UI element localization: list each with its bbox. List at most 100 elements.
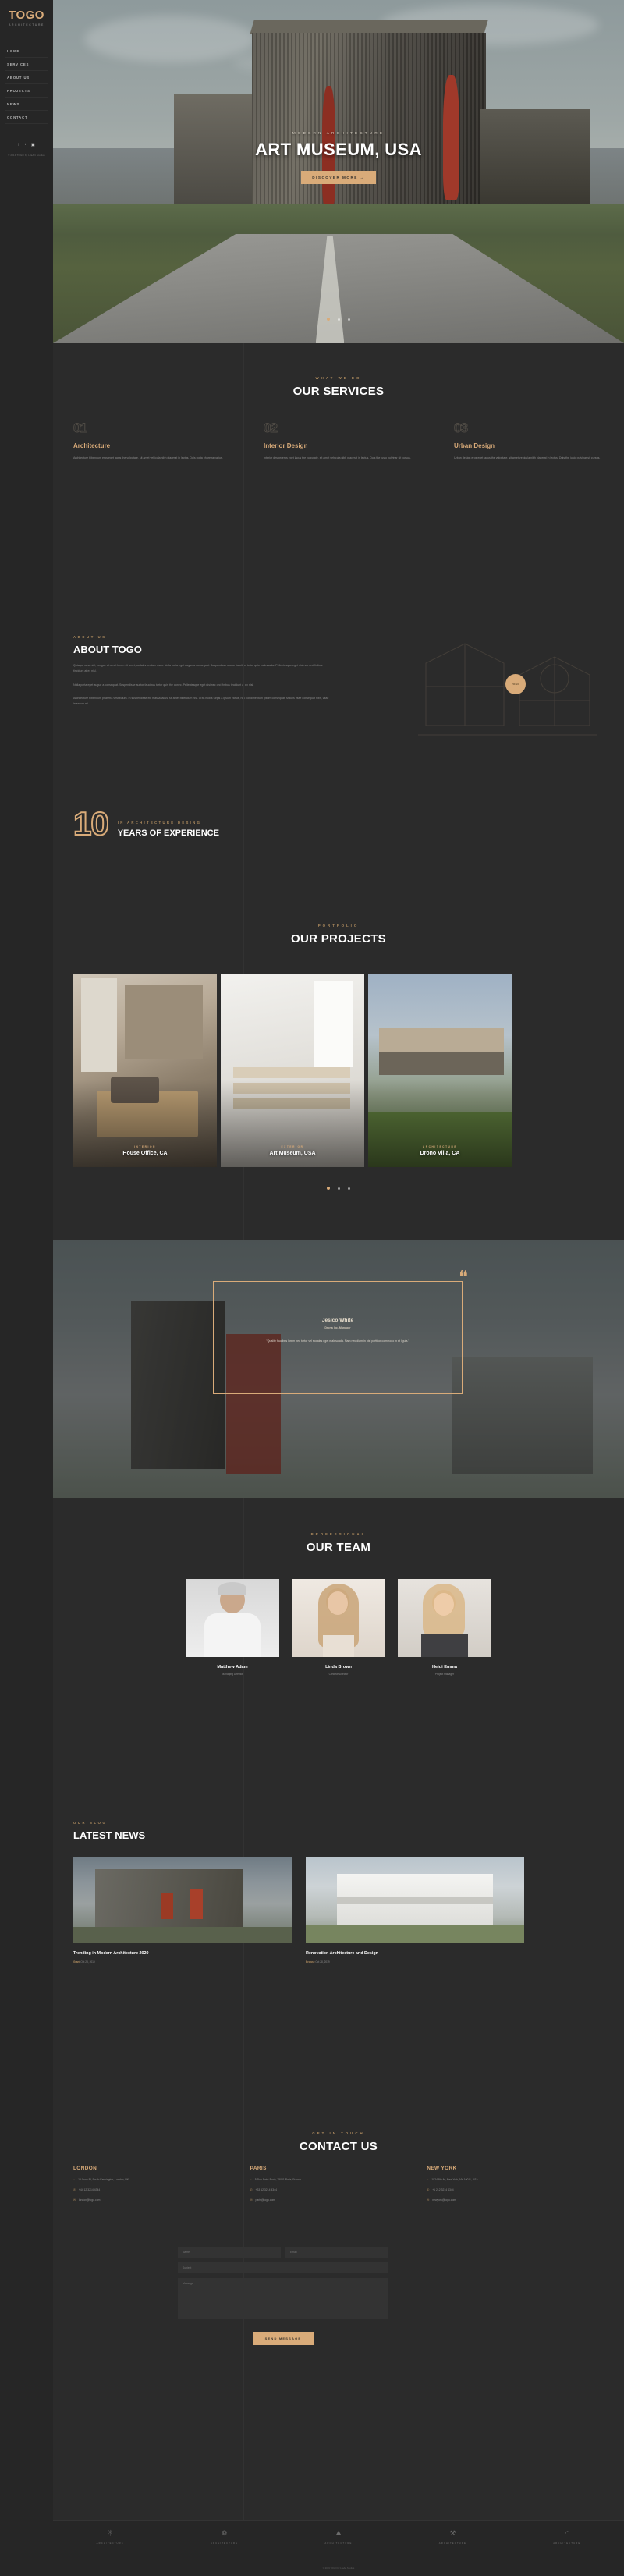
sidebar-item-projects[interactable]: PROJECTS xyxy=(5,84,48,98)
news-card-title: Renovation Architecture and Design xyxy=(306,1951,378,1956)
projects-kicker: PORTFOLIO xyxy=(317,924,360,928)
project-card[interactable]: ARCHITECTURE Drono Villa, CA xyxy=(368,974,512,1167)
projects-carousel-dots xyxy=(53,1180,624,1194)
office-phone[interactable]: +44 12 3214 4344 xyxy=(79,2188,100,2191)
experience-number: 10 xyxy=(73,805,110,842)
home-icon: ⌂ xyxy=(73,2178,76,2181)
news-card-meta: Grant Oct 28, 2019 xyxy=(73,1960,292,1964)
office-email[interactable]: newyork@togo.com xyxy=(432,2198,456,2202)
team-member[interactable]: Linda Brown Creative Director xyxy=(292,1579,385,1676)
news-date: Oct 28, 2019 xyxy=(80,1960,95,1964)
team-grid: Matthew Adam Managing Director Linda Bro… xyxy=(53,1579,624,1676)
team-member[interactable]: Matthew Adam Managing Director xyxy=(186,1579,279,1676)
logo[interactable]: TOGO xyxy=(9,9,44,21)
brand-mark-icon: ⛰ xyxy=(335,2529,342,2537)
facebook-icon[interactable]: f xyxy=(18,143,19,147)
experience-kicker: IN ARCHITECTURE DESING xyxy=(117,820,202,825)
brand-mark-icon: ❁ xyxy=(221,2529,228,2537)
services-kicker: WHAT WE DO xyxy=(315,376,362,380)
office-email[interactable]: paris@togo.com xyxy=(256,2198,275,2202)
team-member-name: Matthew Adam xyxy=(217,1665,248,1669)
hero-kicker: MODERN ARCHITECTURE xyxy=(292,131,385,135)
office-address: 15 Crow Pl, South Kensington, London, UK xyxy=(78,2178,129,2181)
twitter-icon[interactable]: ᵗ xyxy=(25,143,26,147)
sidebar-item-contact[interactable]: CONTACT xyxy=(5,111,48,124)
phone-icon: ✆ xyxy=(73,2188,76,2191)
logo-subtitle: ARCHITECTURE xyxy=(9,23,44,27)
message-field[interactable] xyxy=(178,2278,388,2319)
about-seal-badge: TOGO xyxy=(505,674,526,694)
brand-logo[interactable]: ◜ ARCHITECTURE xyxy=(524,2530,610,2546)
office-address: 5 Rue Saint-Roch, 75001 Paris, France xyxy=(254,2178,301,2181)
project-name: Drono Villa, CA xyxy=(420,1151,460,1156)
quote-icon: ❝ xyxy=(459,1267,468,1286)
sidebar-item-news[interactable]: NEWS xyxy=(5,98,48,111)
service-card[interactable]: 03 Urban Design Urban design eros eget l… xyxy=(434,421,624,461)
testimonial-quote: "Quality faucibus lorem nec tortor vel s… xyxy=(266,1339,410,1343)
service-card[interactable]: 01 Architecture Architecture bibendum er… xyxy=(53,421,243,461)
experience-block: 10 IN ARCHITECTURE DESING YEARS OF EXPER… xyxy=(73,805,219,842)
carousel-dot[interactable] xyxy=(326,1187,330,1190)
news-grid: Trending in Modern Architecture 2020 Gra… xyxy=(73,1857,524,1964)
project-card[interactable]: INTERIOR House Office, CA xyxy=(73,974,217,1167)
service-number: 01 xyxy=(73,420,88,435)
service-card[interactable]: 02 Interior Design Interior design eros … xyxy=(243,421,434,461)
carousel-dot[interactable] xyxy=(348,1187,351,1190)
brand-mark-icon: ⚒ xyxy=(449,2529,456,2537)
news-card[interactable]: Trending in Modern Architecture 2020 Gra… xyxy=(73,1857,292,1964)
project-card[interactable]: EXTERIOR Art Museum, USA xyxy=(221,974,364,1167)
service-title: Architecture xyxy=(73,442,111,449)
brand-logo[interactable]: ᛡ ARCHITECTURE xyxy=(67,2530,153,2546)
team-member[interactable]: Heidi Emma Project Manager xyxy=(398,1579,491,1676)
team-title: OUR TEAM xyxy=(306,1541,371,1554)
team-kicker: PROFESSIONAL xyxy=(310,1532,367,1536)
project-name: Art Museum, USA xyxy=(269,1151,316,1156)
carousel-dot[interactable] xyxy=(348,318,351,321)
about-paragraph: Quisque urna nisl, congue sit amet lorem… xyxy=(73,664,323,673)
envelope-icon: ✉ xyxy=(427,2198,430,2202)
email-field[interactable] xyxy=(285,2247,388,2258)
office-email[interactable]: london@togo.com xyxy=(79,2198,101,2202)
sidebar-item-about-us[interactable]: ABOUT US xyxy=(5,71,48,84)
sidebar-item-home[interactable]: HOME xyxy=(5,44,48,58)
news-card[interactable]: Renovation Architecture and Design Brows… xyxy=(306,1857,524,1964)
brand-label: ARCHITECTURE xyxy=(96,2542,124,2545)
home-icon: ⌂ xyxy=(250,2178,252,2181)
sidebar-item-services[interactable]: SERVICES xyxy=(5,58,48,71)
send-message-button[interactable]: SEND MESSAGE xyxy=(252,2332,314,2345)
instagram-icon[interactable]: ▣ xyxy=(31,143,35,147)
contact-section: GET IN TOUCH CONTACT US LONDON ⌂ 15 Crow … xyxy=(53,2099,624,2520)
service-description: Urban design eros eget lacus the vulputa… xyxy=(454,456,601,459)
contact-form: SEND MESSAGE xyxy=(178,2247,388,2345)
envelope-icon: ✉ xyxy=(250,2198,253,2202)
home-icon: ⌂ xyxy=(427,2178,429,2181)
office-address: 1824 8th Av, New York, NY 10011, USA xyxy=(431,2178,478,2181)
arrow-right-icon: → xyxy=(360,176,365,179)
brand-logo[interactable]: ⛰ ARCHITECTURE xyxy=(296,2529,381,2546)
carousel-dot[interactable] xyxy=(338,1187,340,1190)
name-field[interactable] xyxy=(178,2247,281,2258)
news-image xyxy=(306,1857,524,1943)
service-description: Interior design eros eget lacus the vulp… xyxy=(264,456,411,459)
carousel-dot[interactable] xyxy=(338,318,340,321)
projects-section: PORTFOLIO OUR PROJECTS INTERIOR House Of… xyxy=(53,889,624,1240)
footer: ᛡ ARCHITECTURE ❁ ARCHITECTURE ⛰ ARCHITEC… xyxy=(53,2520,624,2576)
team-member-name: Linda Brown xyxy=(325,1665,352,1669)
carousel-dot[interactable] xyxy=(326,318,330,321)
office-paris: PARIS ⌂ 5 Rue Saint-Roch, 75001 Paris, Fr… xyxy=(250,2166,427,2202)
office-phone[interactable]: +33 12 3214 4344 xyxy=(256,2188,277,2191)
office-phone[interactable]: +1 212 3214 4344 xyxy=(432,2188,453,2191)
avatar xyxy=(186,1579,279,1657)
hero-title: ART MUSEUM, USA xyxy=(255,140,422,159)
contact-offices: LONDON ⌂ 15 Crow Pl, South Kensington, Lo… xyxy=(73,2166,604,2202)
team-member-role: Managing Director xyxy=(222,1673,243,1676)
subject-field[interactable] xyxy=(178,2262,388,2273)
discover-more-button[interactable]: DISCOVER MORE → xyxy=(301,171,376,184)
project-category: EXTERIOR xyxy=(281,1145,304,1148)
experience-title: YEARS OF EXPERIENCE xyxy=(117,828,219,838)
services-cards: 01 Architecture Architecture bibendum er… xyxy=(53,421,624,461)
brand-logo[interactable]: ⚒ ARCHITECTURE xyxy=(410,2529,495,2546)
brand-logo[interactable]: ❁ ARCHITECTURE xyxy=(182,2529,268,2546)
sidebar: TOGO ARCHITECTURE HOME SERVICES ABOUT US… xyxy=(0,0,53,2576)
news-card-meta: Browse Oct 28, 2019 xyxy=(306,1960,524,1964)
